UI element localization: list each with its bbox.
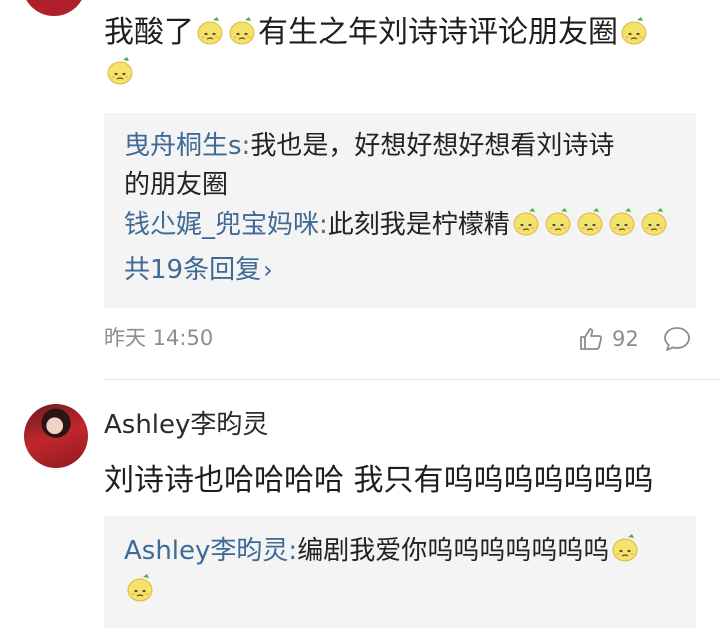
lemon-emoji-icon [227,16,257,46]
reply-username[interactable]: 曳舟桐生s [124,131,242,161]
thumbs-up-icon [580,328,602,350]
comment-text-part: 有生之年刘诗诗评论朋友圈 [258,15,618,50]
more-replies-link[interactable]: 共19条回复› [124,253,273,287]
more-replies-label: 共19条回复 [124,255,262,285]
lemon-emoji-icon [619,16,649,46]
divider [104,379,720,380]
lemon-emoji-icon [195,16,225,46]
reply-username[interactable]: Ashley李昀灵 [124,536,288,566]
lemon-emoji-icon [639,207,669,237]
lemon-emoji-icon [543,207,573,237]
lemon-emoji-icon [511,207,541,237]
reply-text: 编剧我爱你呜呜呜呜呜呜呜 [297,536,610,566]
like-button[interactable]: 92 [578,324,639,354]
avatar[interactable] [22,0,86,16]
reply-text-continuation [124,573,156,608]
like-count: 92 [612,327,639,351]
avatar[interactable] [24,404,88,468]
lemon-emoji-icon [607,207,637,237]
reply-button[interactable] [662,324,692,354]
lemon-emoji-icon [105,56,135,86]
lemon-emoji-icon [575,207,605,237]
reply-box[interactable]: Ashley李昀灵:编剧我爱你呜呜呜呜呜呜呜 [104,516,696,628]
reply-separator: : [241,131,251,161]
reply-username[interactable]: 钱尐娓_兜宝妈咪 [124,210,319,240]
comment-username[interactable]: Ashley李昀灵 [104,408,268,442]
comment-text: 刘诗诗也哈哈哈哈 我只有呜呜呜呜呜呜呜 [104,463,654,498]
reply-item[interactable]: 曳舟桐生s:我也是，好想好想好想看刘诗诗 [124,129,614,163]
reply-separator: : [319,210,328,240]
comment-timestamp: 昨天 14:50 [104,326,214,350]
reply-item[interactable]: 钱尐娓_兜宝妈咪:此刻我是柠檬精 [124,207,670,242]
reply-item[interactable]: Ashley李昀灵:编剧我爱你呜呜呜呜呜呜呜 [124,533,641,568]
chevron-right-icon: › [263,256,273,284]
lemon-emoji-icon [610,533,640,563]
reply-text-continuation: 的朋友圈 [124,170,229,200]
reply-box[interactable]: 曳舟桐生s:我也是，好想好想好想看刘诗诗 的朋友圈 钱尐娓_兜宝妈咪:此刻我是柠… [104,113,696,308]
comment-text-continuation [104,56,136,86]
lemon-emoji-icon [125,573,155,603]
reply-text: 此刻我是柠檬精 [327,210,510,240]
reply-separator: : [288,536,298,566]
comment-bubble-icon [664,327,690,351]
comment-text: 我酸了 有生之年刘诗诗评论朋友圈 [104,14,650,52]
comment-text-part: 我酸了 [104,15,194,50]
reply-text: 我也是，好想好想好想看刘诗诗 [250,131,615,161]
